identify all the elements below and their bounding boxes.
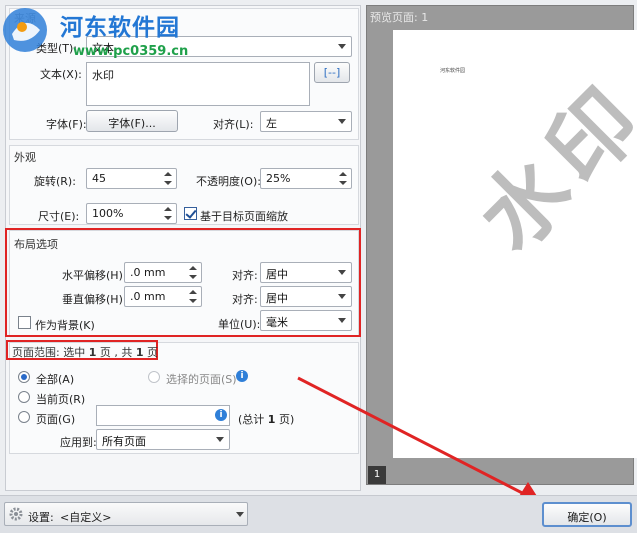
apply-to-value: 所有页面 — [102, 435, 146, 448]
pages-label: 页面(G) — [36, 413, 76, 426]
page-range-selected: 1 — [88, 346, 97, 359]
pages-radio[interactable] — [18, 411, 30, 423]
stepper-up-icon[interactable] — [189, 266, 197, 270]
total-num: 1 — [267, 413, 276, 426]
watermark-text-value: 水印 — [92, 69, 114, 82]
logo-icon — [3, 8, 47, 52]
h-offset-stepper[interactable]: .0 mm — [124, 262, 202, 283]
current-page-radio[interactable] — [18, 391, 30, 403]
as-background-label: 作为背景(K) — [35, 319, 95, 332]
stepper-up-icon[interactable] — [189, 290, 197, 294]
chevron-down-icon — [338, 270, 346, 275]
chevron-down-icon — [338, 119, 346, 124]
v-align-label: 对齐: — [232, 293, 258, 306]
h-align-value: 居中 — [266, 268, 288, 281]
apply-to-label: 应用到: — [60, 436, 97, 449]
apply-to-dropdown[interactable]: 所有页面 — [96, 429, 230, 450]
selected-pages-radio[interactable] — [148, 371, 160, 383]
page-range-mid: 页 , 共 — [99, 346, 133, 359]
page-range-prefix: 页面范围: 选中 — [12, 346, 86, 359]
total-prefix: (总计 — [238, 413, 265, 426]
site-url: www.pc0359.cn — [73, 44, 189, 59]
h-align-label: 对齐: — [232, 269, 258, 282]
ok-button-label: 确定(O) — [567, 511, 607, 524]
as-background-checkbox[interactable] — [18, 316, 31, 329]
appearance-title: 外观 — [14, 151, 36, 164]
stepper-down-icon[interactable] — [339, 181, 347, 185]
pages-input[interactable] — [96, 405, 230, 426]
current-page-label: 当前页(R) — [36, 393, 86, 406]
unit-value: 毫米 — [266, 316, 288, 329]
rotation-stepper[interactable]: 45 — [86, 168, 177, 189]
chevron-down-icon — [216, 437, 224, 442]
align-dropdown[interactable]: 左 — [260, 111, 352, 132]
watermark-text-area[interactable]: 水印 — [86, 62, 310, 106]
settings-label: 设置: — [28, 511, 54, 524]
gear-icon — [9, 507, 23, 521]
stepper-up-icon[interactable] — [339, 172, 347, 176]
unit-label: 单位(U): — [218, 318, 261, 331]
all-pages-radio[interactable] — [18, 371, 30, 383]
stepper-up-icon[interactable] — [164, 172, 172, 176]
annotation-arrow — [297, 376, 542, 504]
scale-to-page-checkbox[interactable] — [184, 207, 197, 220]
opacity-label: 不透明度(O): — [196, 175, 261, 188]
ok-button[interactable]: 确定(O) — [542, 502, 632, 527]
selected-pages-label: 选择的页面(S) — [166, 373, 237, 386]
info-icon[interactable]: i — [236, 370, 248, 382]
rotation-value: 45 — [92, 172, 106, 185]
page-range-title: 页面范围: 选中 1 页 , 共 1 页 — [12, 344, 158, 360]
total-pages-text: (总计 1 页) — [238, 411, 294, 427]
chevron-down-icon — [338, 294, 346, 299]
stepper-down-icon[interactable] — [164, 216, 172, 220]
opacity-value: 25% — [266, 172, 291, 185]
site-logo — [0, 0, 60, 60]
stepper-down-icon[interactable] — [189, 275, 197, 279]
align-value: 左 — [266, 117, 277, 130]
align-label: 对齐(L): — [213, 118, 254, 131]
stepper-down-icon[interactable] — [189, 299, 197, 303]
stepper-down-icon[interactable] — [164, 181, 172, 185]
h-align-dropdown[interactable]: 居中 — [260, 262, 352, 283]
v-offset-value: .0 mm — [130, 290, 166, 303]
size-value: 100% — [92, 207, 124, 220]
page-range-total: 1 — [135, 346, 144, 359]
size-stepper[interactable]: 100% — [86, 203, 177, 224]
site-name: 河东软件园 — [60, 15, 180, 41]
opacity-stepper[interactable]: 25% — [260, 168, 352, 189]
layout-title: 布局选项 — [14, 238, 58, 251]
size-label: 尺寸(E): — [38, 210, 80, 223]
font-button[interactable]: 字体(F)... — [86, 110, 178, 132]
stepper-up-icon[interactable] — [164, 207, 172, 211]
text-label: 文本(X): — [40, 68, 82, 81]
v-offset-stepper[interactable]: .0 mm — [124, 286, 202, 307]
v-align-value: 居中 — [266, 292, 288, 305]
rotation-label: 旋转(R): — [34, 175, 76, 188]
chevron-down-icon — [236, 512, 244, 517]
insert-field-icon: [--] — [323, 66, 341, 79]
font-label: 字体(F): — [46, 118, 87, 131]
page-range-suffix: 页 — [147, 346, 159, 359]
insert-field-button[interactable]: [--] — [314, 62, 350, 83]
all-pages-label: 全部(A) — [36, 373, 75, 386]
chevron-down-icon — [338, 44, 346, 49]
settings-value: <自定义> — [60, 511, 112, 524]
info-icon[interactable]: i — [215, 409, 227, 421]
preview-title: 预览页面: 1 — [370, 11, 429, 24]
unit-dropdown[interactable]: 毫米 — [260, 310, 352, 331]
scale-to-page-label: 基于目标页面缩放 — [200, 210, 288, 223]
font-button-label: 字体(F)... — [108, 117, 156, 130]
v-offset-label: 垂直偏移(H): — [62, 293, 127, 306]
v-align-dropdown[interactable]: 居中 — [260, 286, 352, 307]
h-offset-label: 水平偏移(H): — [62, 269, 127, 282]
h-offset-value: .0 mm — [130, 266, 166, 279]
preview-page-header: 河东软件园 — [440, 68, 466, 74]
chevron-down-icon — [338, 318, 346, 323]
